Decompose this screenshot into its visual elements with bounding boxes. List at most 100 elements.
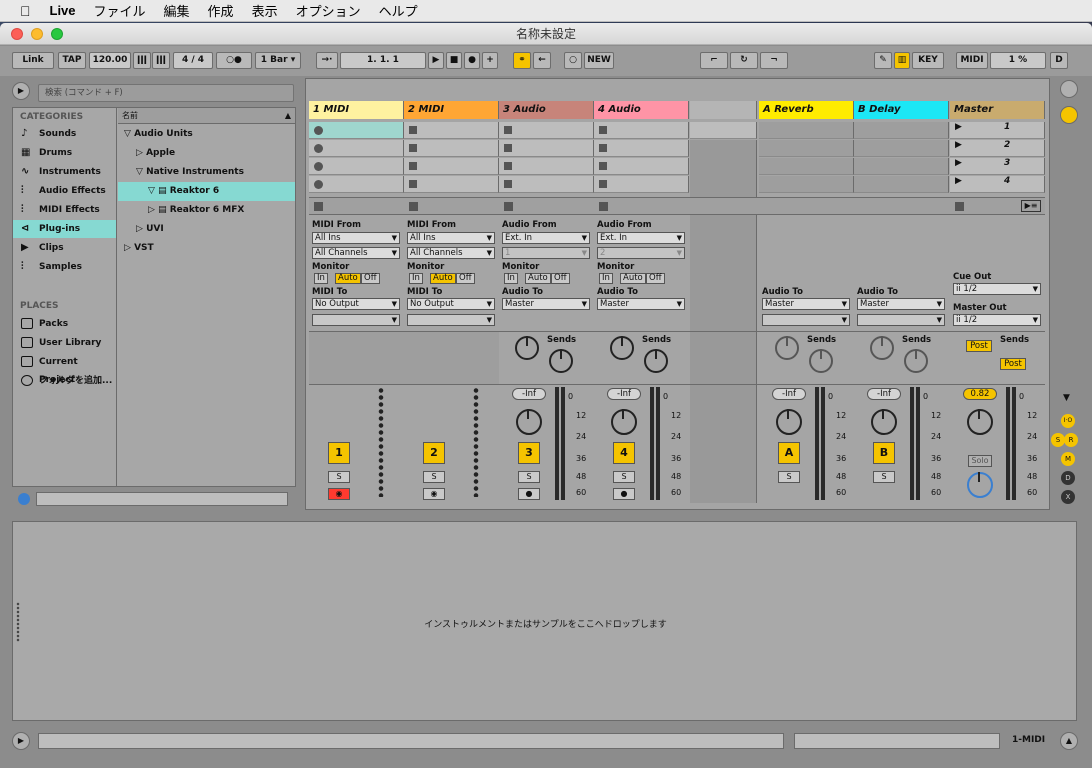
stop-clip-button[interactable] [409, 202, 418, 211]
name-column-header[interactable]: 名前 ▲ [118, 108, 295, 124]
clip-record-button[interactable] [314, 180, 323, 189]
mixer-toggle-icon[interactable]: M [1061, 452, 1075, 466]
clip-slot[interactable] [404, 176, 499, 193]
audio-to-select[interactable]: Master [762, 298, 850, 310]
clip-stop-button[interactable] [409, 180, 417, 188]
category-drums[interactable]: ▦ Drums [13, 144, 116, 162]
clip-stop-button[interactable] [599, 144, 607, 152]
headphones-icon[interactable] [18, 493, 30, 505]
monitor-in-button[interactable]: In [504, 273, 518, 284]
place-packs[interactable]: Packs [13, 315, 116, 333]
clip-record-button[interactable] [314, 162, 323, 171]
solo-button[interactable]: S [873, 471, 895, 483]
tree-item-audio-units[interactable]: ▽ Audio Units [118, 125, 295, 144]
menu-options[interactable]: オプション [287, 1, 370, 20]
clip-stop-button[interactable] [599, 180, 607, 188]
clip-stop-button[interactable] [409, 162, 417, 170]
session-record-icon[interactable]: ○ [564, 52, 582, 69]
clip-slot[interactable] [499, 158, 594, 175]
clip-record-button[interactable] [314, 126, 323, 135]
solo-mode-button[interactable]: Solo [968, 455, 992, 467]
menu-app[interactable]: Live [41, 3, 85, 18]
midi-from-select[interactable]: All Ins [312, 232, 400, 244]
tree-item-reaktor-6-mfx[interactable]: ▷ ▤ Reaktor 6 MFX [118, 201, 295, 220]
time-signature[interactable]: 4 / 4 [173, 52, 213, 69]
minimize-button[interactable] [31, 28, 43, 40]
audio-channel-select[interactable]: 1 [502, 247, 590, 259]
place-current-project[interactable]: Current Project [13, 353, 116, 385]
solo-button[interactable]: S [613, 471, 635, 483]
clip-stop-button[interactable] [409, 144, 417, 152]
menu-icon[interactable] [1060, 80, 1078, 98]
punch-out-icon[interactable]: ¬ [760, 52, 788, 69]
return-activator-a[interactable]: A [778, 442, 800, 464]
back-to-arrangement-icon[interactable]: ← [533, 52, 551, 69]
track-header-2-midi[interactable]: 2 MIDI [404, 101, 499, 119]
stop-clip-button[interactable] [504, 202, 513, 211]
monitor-in-button[interactable]: In [599, 273, 613, 284]
scene-launch-4[interactable]: ▶ 4 [950, 176, 1045, 193]
tree-item-native-instruments[interactable]: ▽ Native Instruments [118, 163, 295, 182]
arm-button[interactable]: ◉ [328, 488, 350, 500]
clip-stop-button[interactable] [409, 126, 417, 134]
scroll-down-icon[interactable]: ▼ [1063, 393, 1070, 403]
close-button[interactable] [11, 28, 23, 40]
return-b-extra[interactable] [857, 314, 945, 326]
audio-to-select[interactable]: Master [502, 298, 590, 310]
punch-in-icon[interactable]: ⌐ [700, 52, 728, 69]
category-instruments[interactable]: ∿ Instruments [13, 163, 116, 181]
track-header-1-midi[interactable]: 1 MIDI [309, 101, 404, 119]
clip-slot[interactable] [499, 140, 594, 157]
category-plug-ins[interactable]: ⊲ Plug-ins [13, 220, 116, 238]
clip-slot[interactable] [594, 122, 689, 139]
return-activator-b[interactable]: B [873, 442, 895, 464]
midi-from-select[interactable]: All Ins [407, 232, 495, 244]
track-header-a-reverb[interactable]: A Reverb [759, 101, 854, 119]
send-a-knob[interactable] [515, 336, 539, 360]
volume-field[interactable]: -Inf [607, 388, 641, 400]
browser-search-input[interactable]: 検索 (コマンド + F) [38, 84, 294, 102]
link-button[interactable]: Link [12, 52, 54, 69]
tree-item-reaktor-6[interactable]: ▽ ▤ Reaktor 6 [118, 182, 295, 201]
volume-field[interactable]: -Inf [867, 388, 901, 400]
clip-stop-button[interactable] [504, 180, 512, 188]
clip-slot[interactable] [309, 176, 404, 193]
category-audio-effects[interactable]: ⫶ Audio Effects [13, 182, 116, 200]
returns-toggle-icon[interactable]: R [1064, 433, 1078, 447]
overdub-icon[interactable]: + [482, 52, 498, 69]
follow-icon[interactable]: →· [316, 52, 338, 69]
drop-area[interactable] [690, 140, 757, 503]
midi-to-channel[interactable] [407, 314, 495, 326]
clip-slot[interactable] [404, 158, 499, 175]
monitor-off-button[interactable]: Off [456, 273, 475, 284]
track-activator-1[interactable]: 1 [328, 442, 350, 464]
menu-edit[interactable]: 編集 [155, 1, 199, 20]
preview-waveform[interactable] [36, 492, 288, 506]
nudge-up-icon[interactable]: ǀǀǀ [152, 52, 170, 69]
loop-icon[interactable]: ↻ [730, 52, 758, 69]
tree-item-apple[interactable]: ▷ Apple [118, 144, 295, 163]
detail-toggle-icon[interactable]: ▶ [12, 732, 30, 750]
master-out-select[interactable]: ii 1/2 [953, 314, 1041, 326]
io-toggle-icon[interactable]: I·O [1061, 414, 1075, 428]
cue-volume-knob[interactable] [967, 472, 993, 498]
clip-record-button[interactable] [314, 144, 323, 153]
master-pan-knob[interactable] [967, 409, 993, 435]
scene-stop-icon[interactable]: ▶≡ [1021, 200, 1041, 212]
scene-launch-1[interactable]: ▶ 1 [950, 122, 1045, 139]
midi-channel-select[interactable]: All Channels [407, 247, 495, 259]
automation-arm-icon[interactable]: ⚭ [513, 52, 531, 69]
tempo-field[interactable]: 120.00 [89, 52, 131, 69]
track-header-3-audio[interactable]: 3 Audio [499, 101, 594, 119]
detail-expand-icon[interactable]: ▲ [1060, 732, 1078, 750]
menu-file[interactable]: ファイル [85, 1, 155, 20]
clip-slot[interactable] [594, 140, 689, 157]
tree-item-vst[interactable]: ▷ VST [118, 239, 295, 258]
track-header-4-audio[interactable]: 4 Audio [594, 101, 689, 119]
midi-map-button[interactable]: MIDI [956, 52, 988, 69]
clip-stop-button[interactable] [504, 144, 512, 152]
zoom-button[interactable] [51, 28, 63, 40]
send-a-knob[interactable] [870, 336, 894, 360]
place-user-library[interactable]: User Library [13, 334, 116, 352]
clip-stop-button[interactable] [504, 126, 512, 134]
